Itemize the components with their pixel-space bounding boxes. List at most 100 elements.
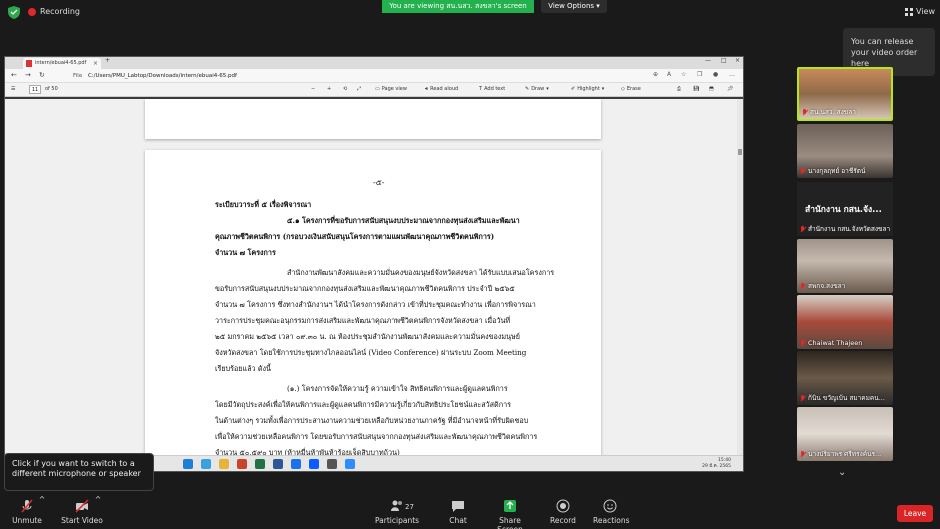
- tab-title: intern/ebuai4-65.pdf: [35, 60, 87, 66]
- taskbar-clock[interactable]: 15:40 29 มี.ค. 2565: [702, 458, 731, 470]
- new-tab-icon[interactable]: +: [105, 57, 110, 64]
- leave-button[interactable]: Leave: [897, 505, 933, 522]
- shield-icon[interactable]: [8, 6, 20, 19]
- view-label: View: [916, 7, 935, 16]
- record-button[interactable]: Record: [549, 499, 577, 525]
- zoom-icon[interactable]: ⊕: [653, 71, 658, 78]
- reload-icon[interactable]: ↻: [39, 71, 45, 79]
- chevron-down-icon[interactable]: ⌄: [838, 467, 846, 478]
- read-aloud-button[interactable]: 🔊︎ Read aloud: [425, 86, 458, 92]
- video-options-caret[interactable]: ^: [94, 495, 102, 504]
- forward-icon[interactable]: →: [25, 71, 31, 79]
- mic-muted-icon: [800, 167, 806, 175]
- close-icon[interactable]: ×: [93, 58, 98, 69]
- paragraph-line: เพื่อให้ความช่วยเหลือคนพิการ โดยขอรับการ…: [215, 432, 538, 441]
- add-text-button[interactable]: T Add text: [479, 86, 505, 92]
- back-icon[interactable]: ←: [11, 71, 17, 79]
- folder-icon[interactable]: [219, 459, 229, 469]
- pin-icon[interactable]: 📌︎: [727, 86, 733, 92]
- mic-muted-icon: [800, 225, 806, 233]
- rotate-icon[interactable]: ⟲: [343, 86, 347, 92]
- paragraph-line: (๑.) โครงการจัดให้ความรู้ ความเข้าใจ สิท…: [287, 384, 508, 393]
- minimize-icon[interactable]: —: [705, 57, 711, 64]
- maximize-icon[interactable]: □: [721, 57, 727, 64]
- more-icon[interactable]: …: [729, 71, 735, 78]
- draw-button[interactable]: ✎ Draw ▾: [525, 86, 549, 92]
- paragraph-line: ๒๕ มกราคม ๒๕๖๕ เวลา ๐๙.๓๐ น. ณ ห้องประชุ…: [215, 332, 520, 341]
- participant-name: สน.นสว. สงขลา: [802, 107, 856, 117]
- reactions-label: Reactions: [593, 516, 630, 525]
- powerpoint-icon[interactable]: [237, 459, 247, 469]
- participant-tile[interactable]: นางกุลฤทย์ อาชีรัตน์: [797, 124, 893, 178]
- draw-label: Draw: [531, 86, 545, 92]
- participant-tile[interactable]: สพกจ.สงขลา: [797, 239, 893, 293]
- browser-tab[interactable]: intern/ebuai4-65.pdf ×: [23, 58, 101, 69]
- page-total: of 50: [45, 86, 58, 92]
- url-text: C:/Users/PMU_Labtop/Downloads/intern/ebu…: [87, 73, 237, 79]
- chat-button[interactable]: Chat: [446, 499, 470, 525]
- scrollbar[interactable]: [737, 99, 743, 457]
- share-screen-label: Share Screen: [497, 516, 523, 529]
- mic-muted-icon: [800, 450, 806, 458]
- view-button[interactable]: View: [905, 7, 935, 16]
- audio-options-caret[interactable]: ^: [38, 495, 46, 504]
- collections-icon[interactable]: ❐: [697, 71, 702, 78]
- record-icon: [556, 499, 570, 513]
- print-icon[interactable]: ⎙: [677, 86, 681, 92]
- app-icon[interactable]: [327, 459, 337, 469]
- paragraph-line: ขอรับการสนับสนุนงบประมาณจากกองทุนส่งเสริ…: [215, 284, 515, 293]
- participants-label: Participants: [375, 516, 420, 525]
- contents-icon[interactable]: ☰: [11, 86, 15, 92]
- participant-name: สพกจ.สงขลา: [800, 281, 845, 291]
- paragraph-line: โดยมีวัตถุประสงค์เพื่อให้คนพิการและผู้ดู…: [215, 400, 511, 409]
- zoom-app-icon[interactable]: [309, 459, 319, 469]
- scroll-thumb[interactable]: [738, 149, 742, 155]
- chrome-icon[interactable]: [291, 459, 301, 469]
- highlight-button[interactable]: ✐ Highlight ▾: [571, 86, 604, 92]
- zoom-out-button[interactable]: −: [311, 86, 315, 92]
- word-icon[interactable]: [273, 459, 283, 469]
- url-scheme-label: File: [73, 73, 83, 79]
- participant-tile[interactable]: สำนักงาน กสน.จัง... สำนักงาน กสน.จังหวัด…: [797, 182, 893, 236]
- profile-icon[interactable]: ●: [713, 71, 718, 78]
- participant-tile[interactable]: ก้นิน ขวัญเบ้น สมาคมคน...: [797, 351, 893, 405]
- read-mode-icon[interactable]: A: [667, 71, 671, 78]
- recording-indicator[interactable]: Recording: [28, 7, 80, 16]
- previous-page: [145, 99, 601, 139]
- view-options-label: View Options: [548, 2, 595, 10]
- save-as-icon[interactable]: ⬒: [709, 86, 714, 92]
- participant-initials: สำนักงาน กสน.จัง...: [805, 205, 882, 215]
- window-close-icon[interactable]: ×: [735, 57, 740, 64]
- page-number-mark: -๕-: [373, 178, 385, 187]
- participant-tile[interactable]: Chaiwat Thajeen: [797, 295, 893, 349]
- pdf-icon: [26, 60, 32, 67]
- favorite-icon[interactable]: ☆: [681, 71, 686, 78]
- paragraph-line: เรียบร้อยแล้ว ดังนี้: [215, 364, 271, 373]
- meeting-toolbar: Unmute ^ Start Video ^ 27 Participants C…: [0, 491, 940, 529]
- mic-muted-icon: [800, 282, 806, 290]
- browser-icon[interactable]: [201, 459, 211, 469]
- zoom-in-button[interactable]: +: [327, 86, 331, 92]
- view-options-button[interactable]: View Options ▾: [541, 0, 607, 13]
- url-field[interactable]: File C:/Users/PMU_Labtop/Downloads/inter…: [73, 71, 633, 81]
- paragraph-line: ในด้านต่างๆ รวมทั้งเพื่อการประสานงานความ…: [215, 416, 529, 425]
- pdf-viewer[interactable]: -๕- ระเบียบวาระที่ ๕ เรื่องพิจารณา ๕.๑ โ…: [5, 99, 743, 457]
- clock-date: 29 มี.ค. 2565: [702, 464, 731, 469]
- participant-tile[interactable]: สน.นสว. สงขลา: [797, 67, 893, 121]
- page-view-button[interactable]: ▭ Page view: [375, 86, 407, 92]
- save-icon[interactable]: 💾︎: [693, 86, 699, 92]
- share-screen-button[interactable]: Share Screen: [488, 499, 532, 529]
- paragraph-line: วาระการประชุมคณะอนุกรรมการส่งเสริมและพัฒ…: [215, 316, 511, 325]
- participant-tile[interactable]: นางปริยาพร ศรีทรงค์นร...: [797, 407, 893, 461]
- fit-icon[interactable]: ⤢: [357, 86, 361, 92]
- excel-icon[interactable]: [255, 459, 265, 469]
- chat-label: Chat: [449, 516, 467, 525]
- page-number-input[interactable]: 11: [29, 85, 41, 94]
- app-icon[interactable]: [345, 459, 355, 469]
- page-view-label: Page view: [381, 86, 407, 92]
- reactions-button[interactable]: Reactions: [593, 499, 630, 525]
- participants-button[interactable]: 27 Participants: [375, 499, 419, 525]
- erase-button[interactable]: ◇ Erase: [621, 86, 641, 92]
- section-title-2: คุณภาพชีวิตคนพิการ (กรอบวงเงินสนับสนุนโค…: [215, 232, 495, 241]
- edge-icon[interactable]: [183, 459, 193, 469]
